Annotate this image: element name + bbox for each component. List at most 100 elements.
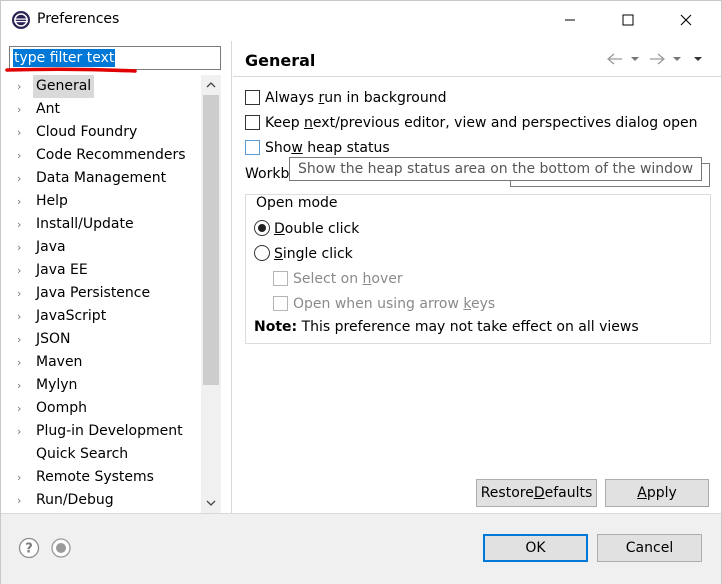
tree-item-general[interactable]: › General <box>9 75 201 98</box>
chevron-right-icon[interactable]: › <box>17 167 27 190</box>
chevron-right-icon[interactable]: › <box>17 305 27 328</box>
help-icon[interactable]: ? <box>18 537 40 559</box>
tree-item-label: Run/Debug <box>36 492 114 508</box>
ok-button[interactable]: OK <box>483 534 588 562</box>
back-arrow-icon[interactable] <box>605 49 625 69</box>
show-heap-checkbox-row[interactable]: Show heap status <box>245 138 445 158</box>
chevron-right-icon[interactable]: › <box>17 75 27 98</box>
chevron-right-icon[interactable]: › <box>17 213 27 236</box>
single-click-radio[interactable] <box>254 245 270 261</box>
restore-defaults-button[interactable]: Restore Defaults <box>476 479 597 507</box>
chevron-right-icon[interactable]: › <box>17 466 27 489</box>
chevron-right-icon[interactable]: › <box>17 259 27 282</box>
minimize-icon <box>565 19 575 21</box>
chevron-right-icon[interactable]: › <box>17 190 27 213</box>
heap-status-tooltip: Show the heap status area on the bottom … <box>289 157 703 181</box>
eclipse-app-icon <box>11 10 31 30</box>
svg-text:?: ? <box>25 542 33 557</box>
tree-item-ant[interactable]: › Ant <box>9 98 201 121</box>
chevron-right-icon[interactable]: › <box>17 328 27 351</box>
tree-item-label: Data Management <box>36 170 167 186</box>
double-click-radio-row[interactable]: Double click <box>254 219 404 239</box>
preference-tree[interactable]: › General › Ant › Cloud Foundry › Code R… <box>9 75 201 513</box>
minimize-button[interactable] <box>541 1 599 39</box>
tree-item-label: Help <box>36 193 68 209</box>
tree-item-cloud-foundry[interactable]: › Cloud Foundry <box>9 121 201 144</box>
open-arrow-keys-label: Open when using arrow keys <box>293 296 496 312</box>
tree-item-java[interactable]: › Java <box>9 236 201 259</box>
chevron-right-icon[interactable]: › <box>17 144 27 167</box>
tree-item-label: Quick Search <box>36 446 129 462</box>
always-run-checkbox-row[interactable]: Always run in background <box>245 88 545 108</box>
tree-item-mylyn[interactable]: › Mylyn <box>9 374 201 397</box>
chevron-right-icon[interactable]: › <box>17 420 27 443</box>
tree-item-label: Mylyn <box>36 377 78 393</box>
keep-next-checkbox[interactable] <box>245 115 260 130</box>
open-arrow-keys-row[interactable]: Open when using arrow keys <box>273 294 513 314</box>
chevron-right-icon[interactable]: › <box>17 351 27 374</box>
cancel-button[interactable]: Cancel <box>597 534 702 562</box>
tree-item-install-update[interactable]: › Install/Update <box>9 213 201 236</box>
record-macro-icon[interactable] <box>50 537 72 559</box>
tree-item-label: General <box>33 75 95 98</box>
window-title: Preferences <box>37 11 120 27</box>
forward-arrow-icon[interactable] <box>647 49 667 69</box>
scrollbar-thumb[interactable] <box>203 95 219 385</box>
tree-item-java-persistence[interactable]: › Java Persistence <box>9 282 201 305</box>
open-arrow-keys-checkbox[interactable] <box>273 296 288 311</box>
tree-item-data-management[interactable]: › Data Management <box>9 167 201 190</box>
tree-item-label: Remote Systems <box>36 469 154 485</box>
back-dropdown-icon[interactable] <box>625 49 645 69</box>
always-run-checkbox[interactable] <box>245 90 260 105</box>
select-on-hover-row[interactable]: Select on hover <box>273 269 453 289</box>
close-button[interactable] <box>657 1 715 39</box>
tree-item-run-debug[interactable]: › Run/Debug <box>9 489 201 512</box>
chevron-right-icon[interactable]: › <box>17 121 27 144</box>
note-text: Note: This preference may not take effec… <box>254 319 639 335</box>
tree-item-oomph[interactable]: › Oomph <box>9 397 201 420</box>
tree-item-label: Java EE <box>36 262 88 278</box>
double-click-label: Double click <box>274 221 360 237</box>
workbench-label: Workb <box>245 166 290 182</box>
page-header: General <box>233 41 721 77</box>
chevron-right-icon[interactable]: › <box>17 489 27 512</box>
open-mode-title: Open mode <box>254 195 340 211</box>
panel-divider[interactable] <box>231 41 232 513</box>
tree-item-label: Java <box>36 239 66 255</box>
tree-item-javascript[interactable]: › JavaScript <box>9 305 201 328</box>
tree-item-java-ee[interactable]: › Java EE <box>9 259 201 282</box>
keep-next-checkbox-row[interactable]: Keep next/previous editor, view and pers… <box>245 113 705 133</box>
title-bar: Preferences <box>1 1 721 39</box>
chevron-right-icon[interactable]: › <box>17 397 27 420</box>
apply-button[interactable]: Apply <box>605 479 709 507</box>
tree-item-remote-systems[interactable]: › Remote Systems <box>9 466 201 489</box>
single-click-radio-row[interactable]: Single click <box>254 244 404 264</box>
maximize-button[interactable] <box>599 1 657 39</box>
chevron-right-icon[interactable]: › <box>17 374 27 397</box>
tree-item-help[interactable]: › Help <box>9 190 201 213</box>
tree-item-plug-in-development[interactable]: › Plug-in Development <box>9 420 201 443</box>
show-heap-checkbox[interactable] <box>245 140 260 155</box>
always-run-label: Always run in background <box>265 90 447 106</box>
maximize-icon <box>622 14 634 26</box>
keep-next-label: Keep next/previous editor, view and pers… <box>265 115 698 131</box>
page-title: General <box>245 51 316 70</box>
forward-dropdown-icon[interactable] <box>667 49 687 69</box>
tree-item-label: JSON <box>36 331 71 347</box>
scroll-down-icon[interactable] <box>201 493 221 513</box>
tree-item-code-recommenders[interactable]: › Code Recommenders <box>9 144 201 167</box>
chevron-right-icon[interactable]: › <box>17 236 27 259</box>
tree-item-json[interactable]: › JSON <box>9 328 201 351</box>
tree-scrollbar[interactable] <box>201 75 221 513</box>
select-on-hover-label: Select on hover <box>293 271 403 287</box>
tree-item-maven[interactable]: › Maven <box>9 351 201 374</box>
tree-item-quick-search[interactable]: Quick Search <box>9 443 201 466</box>
chevron-right-icon[interactable]: › <box>17 98 27 121</box>
view-menu-icon[interactable] <box>688 49 708 69</box>
tree-item-label: Plug-in Development <box>36 423 183 439</box>
scroll-up-icon[interactable] <box>201 75 221 95</box>
chevron-right-icon[interactable]: › <box>17 282 27 305</box>
select-on-hover-checkbox[interactable] <box>273 271 288 286</box>
close-icon <box>680 14 692 26</box>
double-click-radio[interactable] <box>254 220 270 236</box>
